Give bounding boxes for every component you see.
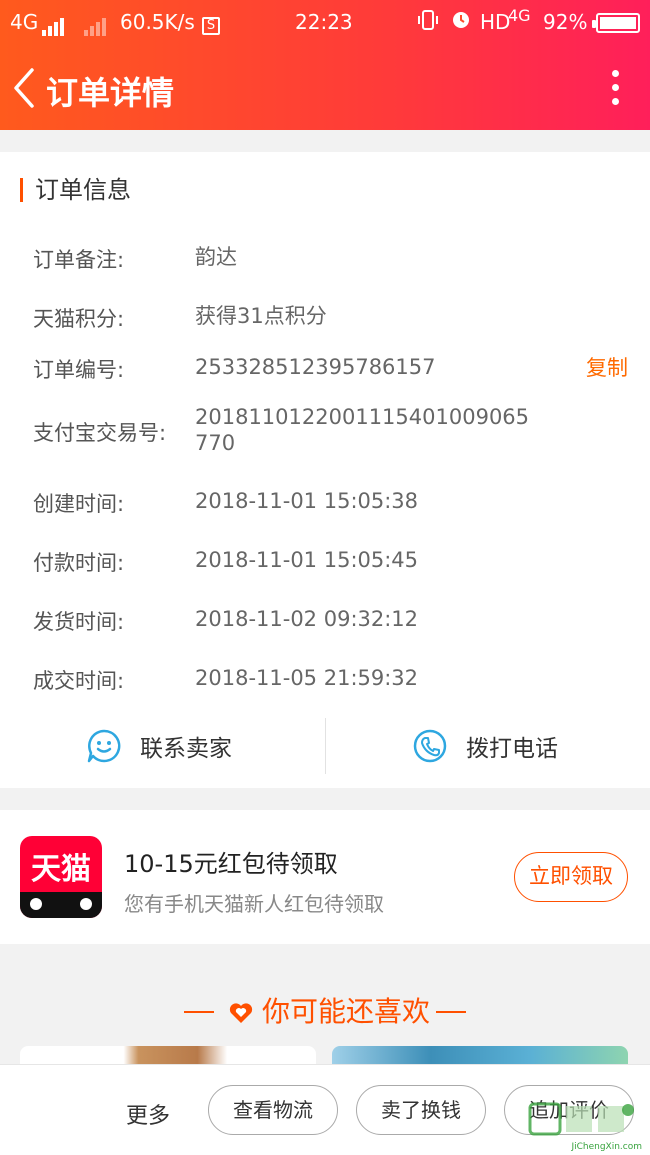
promo-title: 10-15元红包待领取: [124, 850, 338, 878]
top-header: 4G 60.5K/s S 22:23 HD 4G 92% 订单详情: [0, 0, 650, 130]
info-label: 支付宝交易号:: [33, 421, 167, 445]
status-bar: 4G 60.5K/s S 22:23 HD 4G 92%: [0, 0, 650, 44]
info-value: 2018-11-02 09:32:12: [195, 607, 419, 631]
network-label-right: 4G: [508, 6, 531, 25]
alarm-icon: [450, 8, 472, 35]
contact-seller-label: 联系卖家: [140, 736, 232, 762]
app-notification-icon: S: [202, 11, 220, 35]
product-thumbnail[interactable]: [20, 1046, 316, 1066]
recommend-title: 你可能还喜欢: [0, 990, 650, 1032]
claim-button[interactable]: 立即领取: [514, 852, 628, 902]
phone-icon: [413, 729, 447, 763]
info-label: 创建时间:: [33, 492, 125, 516]
more-options-icon[interactable]: [610, 70, 620, 106]
info-label: 天猫积分:: [33, 307, 125, 331]
contact-actions: 联系卖家 拨打电话: [0, 718, 650, 774]
info-value: 2018110122001115401009065770: [195, 405, 530, 455]
info-row-alipay-number: 支付宝交易号: 2018110122001115401009065770: [33, 404, 633, 460]
info-value: 2018-11-01 15:05:38: [195, 489, 419, 513]
promo-subtitle: 您有手机天猫新人红包待领取: [124, 892, 384, 916]
watermark-text: JiChengXin.com: [571, 1142, 642, 1152]
info-value: 253328512395786157: [195, 355, 436, 379]
contact-seller-button[interactable]: 联系卖家: [86, 718, 232, 774]
info-value: 获得31点积分: [195, 304, 327, 328]
signal-icon: [42, 12, 66, 36]
info-value: 韵达: [195, 245, 237, 269]
info-value: 2018-11-01 15:05:45: [195, 548, 419, 572]
page-title: 订单详情: [46, 74, 175, 112]
network-speed: 60.5K/s: [120, 10, 195, 34]
heart-icon: [228, 999, 254, 1032]
view-logistics-button[interactable]: 查看物流: [208, 1085, 338, 1135]
section-title: 订单信息: [20, 178, 131, 202]
tmall-logo-text: 天猫: [31, 852, 91, 887]
info-label: 成交时间:: [33, 669, 125, 693]
status-time: 22:23: [295, 10, 353, 34]
nav-bar: 订单详情: [0, 56, 650, 120]
info-label: 发货时间:: [33, 610, 125, 634]
back-arrow-icon[interactable]: [10, 66, 40, 110]
tmall-cat-face: [20, 892, 102, 918]
signal-icon-secondary: [84, 12, 108, 36]
vibrate-icon: [416, 8, 440, 37]
order-info-card: 订单信息 订单备注: 韵达 天猫积分: 获得31点积分 订单编号: 253328…: [0, 152, 650, 788]
tmall-logo: 天猫: [20, 836, 102, 918]
call-phone-label: 拨打电话: [466, 736, 558, 762]
recommend-section: 你可能还喜欢: [0, 946, 650, 1066]
info-value: 2018-11-05 21:59:32: [195, 666, 419, 690]
chat-icon: [87, 729, 121, 763]
call-phone-button[interactable]: 拨打电话: [412, 718, 558, 774]
more-button[interactable]: 更多: [126, 1098, 170, 1130]
action-divider: [325, 718, 326, 774]
info-label: 订单编号:: [33, 358, 125, 382]
resell-button[interactable]: 卖了换钱: [356, 1085, 486, 1135]
info-label: 付款时间:: [33, 551, 125, 575]
hd-label: HD: [480, 10, 511, 34]
info-label: 订单备注:: [33, 248, 125, 272]
product-thumbnail[interactable]: [332, 1046, 628, 1066]
title-dash-right: [436, 1011, 466, 1013]
battery-percent: 92%: [543, 10, 588, 34]
recommend-title-text: 你可能还喜欢: [261, 995, 430, 1028]
copy-button[interactable]: 复制: [586, 352, 628, 382]
network-label: 4G: [10, 10, 39, 34]
title-dash-left: [183, 1011, 214, 1013]
battery-icon: [592, 13, 640, 33]
tmall-promo-card[interactable]: 天猫 10-15元红包待领取 您有手机天猫新人红包待领取 立即领取: [0, 810, 650, 944]
